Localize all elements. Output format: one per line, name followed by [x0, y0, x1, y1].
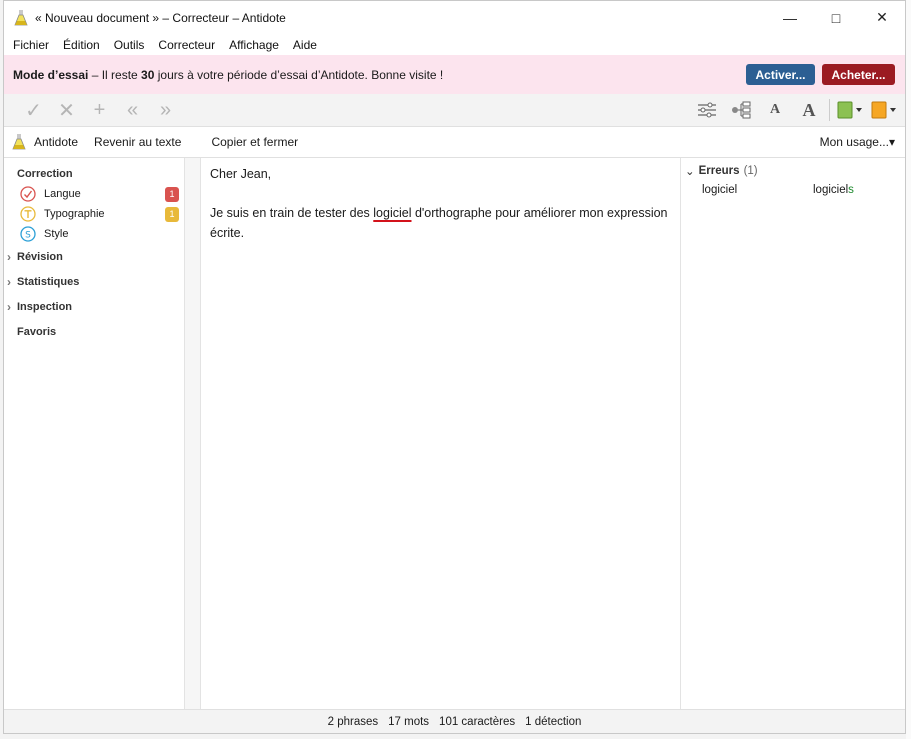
- menu-fichier[interactable]: Fichier: [6, 38, 56, 52]
- sidebar-splitter[interactable]: [185, 158, 201, 709]
- copy-close-button[interactable]: Copier et fermer: [211, 135, 298, 149]
- document-editor[interactable]: Cher Jean, Je suis en train de tester de…: [201, 158, 681, 709]
- dictionary-book-icon[interactable]: [833, 96, 867, 124]
- previous-icon[interactable]: «: [116, 96, 149, 124]
- activate-button[interactable]: Activer...: [746, 64, 815, 85]
- chevron-right-icon: ›: [7, 299, 11, 314]
- phrases-count: 2 phrases: [327, 715, 379, 728]
- typographie-t-icon: [20, 206, 36, 222]
- style-s-icon: S: [20, 226, 36, 242]
- back-to-text-button[interactable]: Revenir au texte: [94, 135, 181, 149]
- flask-icon: [14, 9, 28, 25]
- sidebar-item-style[interactable]: S Style: [4, 224, 184, 244]
- langue-count-badge: 1: [165, 186, 179, 202]
- trial-banner: Mode d’essai – Il reste 30 jours à votre…: [4, 55, 905, 94]
- background-window: [906, 0, 911, 739]
- my-usage-menu[interactable]: Mon usage...▾: [820, 135, 895, 149]
- cross-icon[interactable]: ✕: [50, 96, 83, 124]
- menu-edition[interactable]: Édition: [56, 38, 107, 52]
- antidote-button[interactable]: Antidote: [11, 133, 78, 151]
- sidebar-item-label: Typographie: [44, 208, 105, 220]
- suggestion-cell: logiciels: [813, 184, 854, 196]
- sidebar-item-label: Style: [44, 228, 69, 240]
- maximize-button[interactable]: □: [813, 1, 859, 34]
- body-paragraph: Je suis en train de tester des logiciel …: [210, 206, 668, 240]
- minimize-button[interactable]: —: [767, 1, 813, 34]
- font-larger-icon[interactable]: A: [792, 96, 826, 124]
- sidebar: Correction Langue 1 Typographie 1 S Styl…: [4, 158, 185, 709]
- chevron-right-icon: ›: [7, 249, 11, 264]
- sidebar-group-revision[interactable]: › Révision: [4, 244, 184, 269]
- flask-icon: [12, 134, 26, 150]
- sidebar-correction-header[interactable]: Correction: [4, 164, 184, 184]
- antidote-label: Antidote: [34, 135, 79, 149]
- langue-check-icon: [20, 186, 36, 202]
- sidebar-item-typographie[interactable]: Typographie 1: [4, 204, 184, 224]
- command-bar: Antidote Revenir au texte Copier et ferm…: [4, 127, 905, 158]
- title-bar: « Nouveau document » – Correcteur – Anti…: [4, 1, 905, 34]
- menu-correcteur[interactable]: Correcteur: [151, 38, 222, 52]
- sidebar-item-label: Langue: [44, 188, 81, 200]
- errors-header[interactable]: ⌄ Erreurs (1): [681, 162, 905, 180]
- menu-aide[interactable]: Aide: [286, 38, 324, 52]
- error-row[interactable]: logiciel logiciels: [681, 180, 905, 200]
- tree-icon[interactable]: [724, 96, 758, 124]
- typographie-count-badge: 1: [165, 206, 179, 222]
- antidote-window: « Nouveau document » – Correcteur – Anti…: [3, 0, 906, 734]
- font-smaller-icon[interactable]: A: [758, 96, 792, 124]
- sidebar-item-langue[interactable]: Langue 1: [4, 184, 184, 204]
- detections-count: 1 détection: [525, 715, 582, 728]
- sidebar-group-favoris[interactable]: Favoris: [4, 319, 184, 344]
- svg-text:S: S: [25, 231, 31, 241]
- errors-panel: ⌄ Erreurs (1) logiciel logiciels: [681, 158, 905, 709]
- next-icon[interactable]: »: [149, 96, 182, 124]
- chars-count: 101 caractères: [439, 715, 516, 728]
- words-count: 17 mots: [388, 715, 430, 728]
- trial-text: Mode d’essai – Il reste 30 jours à votre…: [13, 67, 444, 82]
- buy-button[interactable]: Acheter...: [822, 64, 895, 85]
- chevron-down-icon: ⌄: [685, 166, 695, 178]
- greeting-line: Cher Jean,: [210, 167, 272, 181]
- guide-book-icon[interactable]: [867, 96, 901, 124]
- main-area: Correction Langue 1 Typographie 1 S Styl…: [4, 158, 905, 709]
- chevron-right-icon: ›: [7, 274, 11, 289]
- menu-bar: Fichier Édition Outils Correcteur Affich…: [4, 34, 905, 55]
- check-icon[interactable]: ✓: [17, 96, 50, 124]
- plus-icon[interactable]: +: [83, 96, 116, 124]
- sidebar-group-statistiques[interactable]: › Statistiques: [4, 269, 184, 294]
- toolbar-separator: [829, 99, 830, 121]
- error-word-cell: logiciel: [702, 184, 738, 196]
- toolbar: ✓ ✕ + « » A A: [4, 94, 905, 127]
- status-bar: 2 phrases 17 mots 101 caractères 1 détec…: [4, 709, 905, 733]
- error-word[interactable]: logiciel: [373, 206, 411, 220]
- sidebar-group-inspection[interactable]: › Inspection: [4, 294, 184, 319]
- window-title: « Nouveau document » – Correcteur – Anti…: [35, 10, 286, 25]
- menu-affichage[interactable]: Affichage: [222, 38, 286, 52]
- sliders-icon[interactable]: [690, 96, 724, 124]
- menu-outils[interactable]: Outils: [107, 38, 152, 52]
- close-button[interactable]: ✕: [859, 1, 905, 34]
